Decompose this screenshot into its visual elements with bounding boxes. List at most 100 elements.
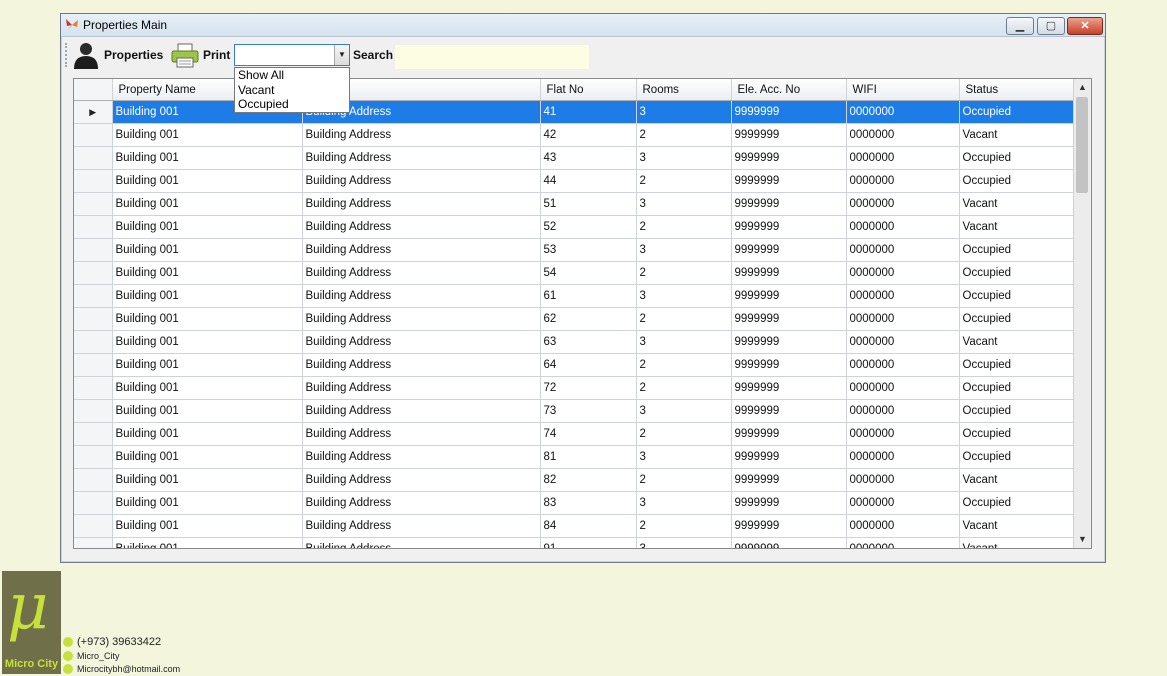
cell-address[interactable]: Building Address (302, 468, 541, 492)
cell-ele-acc-no[interactable]: 9999999 (731, 491, 847, 515)
cell-property-name[interactable]: Building 001 (112, 307, 303, 331)
cell-rooms[interactable]: 3 (636, 330, 732, 354)
row-header[interactable] (74, 192, 113, 216)
vertical-scrollbar[interactable]: ▲ ▼ (1073, 79, 1091, 548)
table-row[interactable]: Building 001 Building Address 51 3 9999999 00… (74, 192, 1074, 216)
cell-rooms[interactable]: 2 (636, 123, 732, 147)
cell-status[interactable]: Occupied (959, 284, 1074, 308)
cell-flat-no[interactable]: 51 (540, 192, 637, 216)
row-header[interactable] (74, 261, 113, 285)
cell-address[interactable]: Building Address (302, 215, 541, 239)
cell-status[interactable]: Occupied (959, 169, 1074, 193)
table-row[interactable]: Building 001 Building Address 81 3 9999999 00… (74, 445, 1074, 469)
cell-property-name[interactable]: Building 001 (112, 422, 303, 446)
cell-flat-no[interactable]: 63 (540, 330, 637, 354)
cell-rooms[interactable]: 3 (636, 537, 732, 548)
cell-ele-acc-no[interactable]: 9999999 (731, 514, 847, 538)
table-row[interactable]: Building 001 Building Address 74 2 9999999 00… (74, 422, 1074, 446)
cell-ele-acc-no[interactable]: 9999999 (731, 330, 847, 354)
cell-rooms[interactable]: 3 (636, 399, 732, 423)
cell-flat-no[interactable]: 82 (540, 468, 637, 492)
table-row[interactable]: Building 001 Building Address 64 2 9999999 00… (74, 353, 1074, 377)
cell-flat-no[interactable]: 42 (540, 123, 637, 147)
cell-property-name[interactable]: Building 001 (112, 215, 303, 239)
cell-ele-acc-no[interactable]: 9999999 (731, 537, 847, 548)
cell-status[interactable]: Vacant (959, 514, 1074, 538)
cell-ele-acc-no[interactable]: 9999999 (731, 100, 847, 124)
filter-option-occupied[interactable]: Occupied (235, 97, 349, 112)
cell-status[interactable]: Occupied (959, 261, 1074, 285)
cell-rooms[interactable]: 2 (636, 261, 732, 285)
maximize-button[interactable]: ▢ (1037, 17, 1065, 35)
cell-ele-acc-no[interactable]: 9999999 (731, 353, 847, 377)
cell-address[interactable]: Building Address (302, 376, 541, 400)
cell-status[interactable]: Vacant (959, 192, 1074, 216)
table-row[interactable]: Building 001 Building Address 53 3 9999999 00… (74, 238, 1074, 262)
table-row[interactable]: Building 001 Building Address 43 3 9999999 00… (74, 146, 1074, 170)
filter-combobox[interactable]: ▼ (234, 44, 350, 66)
cell-property-name[interactable]: Building 001 (112, 491, 303, 515)
cell-wifi[interactable]: 0000000 (846, 169, 960, 193)
cell-property-name[interactable]: Building 001 (112, 514, 303, 538)
cell-wifi[interactable]: 0000000 (846, 491, 960, 515)
cell-flat-no[interactable]: 72 (540, 376, 637, 400)
cell-status[interactable]: Occupied (959, 422, 1074, 446)
row-header[interactable] (74, 399, 113, 423)
cell-ele-acc-no[interactable]: 9999999 (731, 445, 847, 469)
cell-flat-no[interactable]: 73 (540, 399, 637, 423)
cell-rooms[interactable]: 2 (636, 468, 732, 492)
cell-wifi[interactable]: 0000000 (846, 123, 960, 147)
cell-wifi[interactable]: 0000000 (846, 422, 960, 446)
table-row[interactable]: Building 001 Building Address 83 3 9999999 00… (74, 491, 1074, 515)
scroll-up-icon[interactable]: ▲ (1074, 79, 1091, 96)
cell-flat-no[interactable]: 64 (540, 353, 637, 377)
cell-wifi[interactable]: 0000000 (846, 399, 960, 423)
cell-flat-no[interactable]: 91 (540, 537, 637, 548)
cell-wifi[interactable]: 0000000 (846, 215, 960, 239)
row-header[interactable] (74, 537, 113, 548)
row-header[interactable] (74, 238, 113, 262)
table-row[interactable]: Building 001 Building Address 91 3 9999999 00… (74, 537, 1074, 548)
cell-address[interactable]: Building Address (302, 445, 541, 469)
cell-property-name[interactable]: Building 001 (112, 238, 303, 262)
toolbar-grip[interactable] (65, 43, 69, 67)
cell-ele-acc-no[interactable]: 9999999 (731, 215, 847, 239)
cell-address[interactable]: Building Address (302, 192, 541, 216)
row-header[interactable] (74, 514, 113, 538)
cell-address[interactable]: Building Address (302, 146, 541, 170)
cell-address[interactable]: Building Address (302, 261, 541, 285)
cell-rooms[interactable]: 2 (636, 307, 732, 331)
cell-wifi[interactable]: 0000000 (846, 376, 960, 400)
column-header-status[interactable]: Status (959, 79, 1074, 101)
cell-rooms[interactable]: 2 (636, 169, 732, 193)
row-header[interactable] (74, 422, 113, 446)
cell-status[interactable]: Occupied (959, 376, 1074, 400)
cell-flat-no[interactable]: 43 (540, 146, 637, 170)
cell-property-name[interactable]: Building 001 (112, 284, 303, 308)
row-header[interactable] (74, 215, 113, 239)
cell-flat-no[interactable]: 52 (540, 215, 637, 239)
filter-dropdown-button[interactable]: ▼ (334, 45, 349, 65)
scroll-down-icon[interactable]: ▼ (1074, 531, 1091, 548)
cell-wifi[interactable]: 0000000 (846, 238, 960, 262)
cell-status[interactable]: Vacant (959, 215, 1074, 239)
cell-address[interactable]: Building Address (302, 514, 541, 538)
cell-wifi[interactable]: 0000000 (846, 307, 960, 331)
cell-property-name[interactable]: Building 001 (112, 537, 303, 548)
cell-rooms[interactable]: 2 (636, 422, 732, 446)
cell-ele-acc-no[interactable]: 9999999 (731, 284, 847, 308)
cell-flat-no[interactable]: 54 (540, 261, 637, 285)
cell-flat-no[interactable]: 41 (540, 100, 637, 124)
row-header[interactable] (74, 146, 113, 170)
row-header[interactable] (74, 468, 113, 492)
cell-status[interactable]: Occupied (959, 307, 1074, 331)
properties-button[interactable]: Properties (71, 41, 163, 69)
table-row[interactable]: Building 001 Building Address 84 2 9999999 00… (74, 514, 1074, 538)
table-row[interactable]: Building 001 Building Address 61 3 9999999 00… (74, 284, 1074, 308)
cell-property-name[interactable]: Building 001 (112, 399, 303, 423)
cell-ele-acc-no[interactable]: 9999999 (731, 192, 847, 216)
table-row[interactable]: Building 001 Building Address 62 2 9999999 00… (74, 307, 1074, 331)
cell-wifi[interactable]: 0000000 (846, 261, 960, 285)
cell-flat-no[interactable]: 44 (540, 169, 637, 193)
cell-wifi[interactable]: 0000000 (846, 330, 960, 354)
